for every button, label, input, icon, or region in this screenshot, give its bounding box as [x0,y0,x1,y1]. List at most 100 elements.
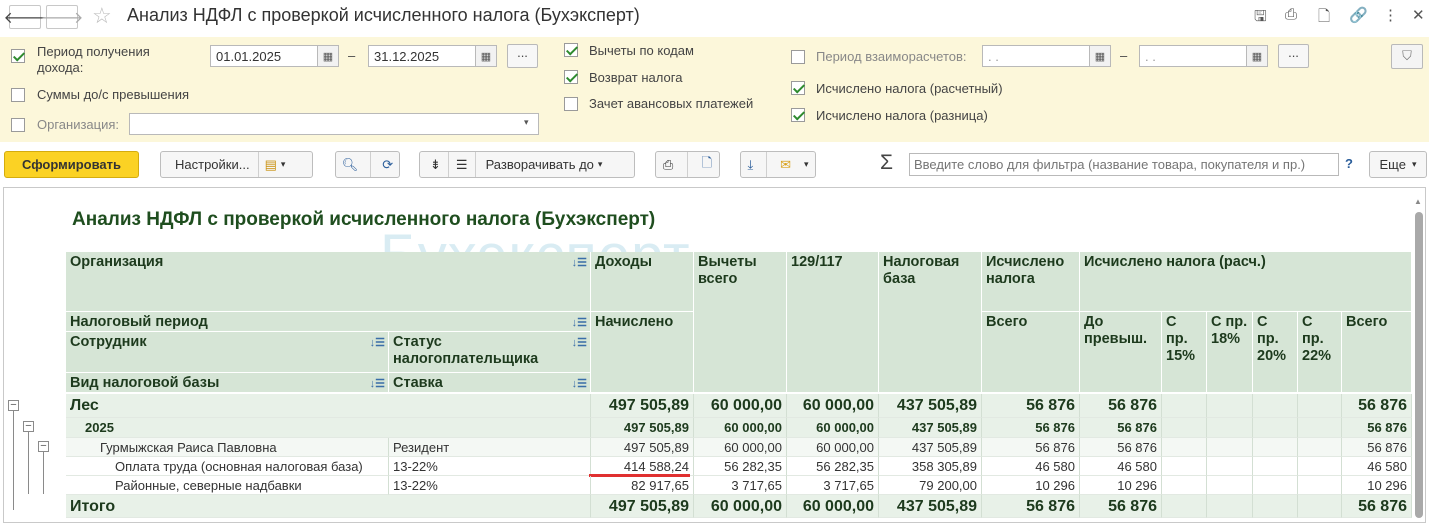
header-calc-r[interactable]: Исчислено налога (расч.) [1080,252,1412,312]
org-field[interactable] [129,113,539,135]
row-deductions[interactable]: 60 000,00 [694,394,787,418]
row-before[interactable]: 56 876 [1080,394,1162,418]
calendar-icon[interactable]: ▦ [1246,45,1268,67]
row-p18[interactable] [1207,495,1253,518]
preview-icon[interactable]: 🗋 [1318,6,1330,31]
header-total[interactable]: Всего [982,312,1080,393]
forward-button[interactable]: 🡒 [41,5,83,29]
row-129[interactable]: 56 282,35 [787,457,879,476]
row-before[interactable]: 46 580 [1080,457,1162,476]
back-button[interactable]: 🡐 [4,5,46,29]
row-129[interactable]: 3 717,65 [787,476,879,495]
header-rate[interactable]: Ставка ↓☰ [389,373,591,393]
row-base[interactable]: 358 305,89 [879,457,982,476]
row-p18[interactable] [1207,438,1253,457]
row-base[interactable]: 437 505,89 [879,438,982,457]
row-calc[interactable]: 10 296 [982,476,1080,495]
header-base-type[interactable]: Вид налоговой базы ↓☰ [66,373,389,393]
row-p15[interactable] [1162,418,1207,438]
expand-icon[interactable]: ☰ [449,157,475,173]
header-total2[interactable]: Всего [1342,312,1412,393]
generate-button[interactable]: Сформировать [4,151,139,178]
row-p15[interactable] [1162,394,1207,418]
row-employee-name[interactable]: Гурмыжская Раиса Павловна [66,438,389,457]
org-checkbox[interactable] [11,118,25,132]
scrollbar[interactable] [1415,212,1423,518]
row-total[interactable]: 56 876 [1342,394,1412,418]
header-accrued[interactable]: Начислено [591,312,694,393]
row-base[interactable]: 437 505,89 [879,394,982,418]
row-period-name[interactable]: 2025 [66,418,591,438]
date-from-field[interactable]: 01.01.2025 [210,45,318,67]
filter-icon[interactable]: ⛉ [1391,44,1423,69]
row-p20[interactable] [1253,394,1298,418]
row-p20[interactable] [1253,418,1298,438]
row-calc[interactable]: 46 580 [982,457,1080,476]
diff-checkbox[interactable] [791,108,805,122]
settle-to-field[interactable]: . . [1139,45,1247,67]
row-deductions[interactable]: 56 282,35 [694,457,787,476]
help-icon[interactable]: ? [1345,156,1353,171]
deductions-checkbox[interactable] [564,43,578,57]
chevron-down-icon[interactable]: ▾ [804,159,809,170]
more-vertical-icon[interactable]: ⋮ [1383,6,1398,24]
row-before[interactable]: 56 876 [1080,495,1162,518]
row-p15[interactable] [1162,495,1207,518]
row-deductions[interactable]: 60 000,00 [694,418,787,438]
row-calc[interactable]: 56 876 [982,394,1080,418]
download-icon[interactable]: ⤓ [747,157,753,173]
row-before[interactable]: 10 296 [1080,476,1162,495]
advance-checkbox[interactable] [564,97,578,111]
header-before[interactable]: До превыш. [1080,312,1162,393]
header-p18[interactable]: С пр. 18% [1207,312,1253,393]
filter-input[interactable] [909,153,1339,176]
date-to-field[interactable]: 31.12.2025 [368,45,476,67]
chevron-down-icon[interactable]: ▾ [524,117,529,128]
row-p15[interactable] [1162,457,1207,476]
row-p22[interactable] [1298,476,1342,495]
variant-icon[interactable]: ▤ [259,157,281,173]
row-total[interactable]: 46 580 [1342,457,1412,476]
star-icon[interactable]: ☆ [92,3,112,29]
row-before[interactable]: 56 876 [1080,418,1162,438]
row-calc[interactable]: 56 876 [982,418,1080,438]
row-org-name[interactable]: Лес [66,394,591,418]
row-total-label[interactable]: Итого [66,495,591,518]
more-button[interactable]: Еще ▾ [1369,151,1427,178]
row-deductions[interactable]: 60 000,00 [694,495,787,518]
mail-icon[interactable]: ✉ [780,157,791,173]
row-before[interactable]: 56 876 [1080,438,1162,457]
row-total[interactable]: 56 876 [1342,438,1412,457]
row-p15[interactable] [1162,438,1207,457]
row-total[interactable]: 56 876 [1342,495,1412,518]
header-p15[interactable]: С пр. 15% [1162,312,1207,393]
row-p20[interactable] [1253,457,1298,476]
save-icon[interactable]: 🖫 [1254,6,1267,31]
row-p18[interactable] [1207,394,1253,418]
row-129[interactable]: 60 000,00 [787,418,879,438]
row-total[interactable]: 10 296 [1342,476,1412,495]
expand-to-label[interactable]: Разворачивать до [476,157,598,172]
row-rate[interactable]: 13-22% [389,476,591,495]
row-p22[interactable] [1298,495,1342,518]
row-calc[interactable]: 56 876 [982,495,1080,518]
row-p20[interactable] [1253,495,1298,518]
row-129[interactable]: 60 000,00 [787,394,879,418]
header-employee[interactable]: Сотрудник ↓☰ [66,332,389,373]
row-income[interactable]: 497 505,89 [591,495,694,518]
row-income[interactable]: 497 505,89 [591,418,694,438]
scroll-up-icon[interactable]: ▲ [1414,197,1422,207]
settle-checkbox[interactable] [791,50,805,64]
row-income[interactable]: 497 505,89 [591,438,694,457]
row-income[interactable]: 82 917,65 [591,476,694,495]
header-org[interactable]: Организация ↓☰ [66,252,591,312]
row-p15[interactable] [1162,476,1207,495]
row-deductions[interactable]: 3 717,65 [694,476,787,495]
row-p18[interactable] [1207,457,1253,476]
calendar-icon[interactable]: ▦ [317,45,339,67]
row-status[interactable]: Резидент [389,438,591,457]
calendar-icon[interactable]: ▦ [475,45,497,67]
header-p22[interactable]: С пр. 22% [1298,312,1342,393]
search-settings-icon[interactable]: ⟳ [382,157,393,173]
settings-button[interactable]: Настройки... ▤ ▾ [160,151,313,178]
